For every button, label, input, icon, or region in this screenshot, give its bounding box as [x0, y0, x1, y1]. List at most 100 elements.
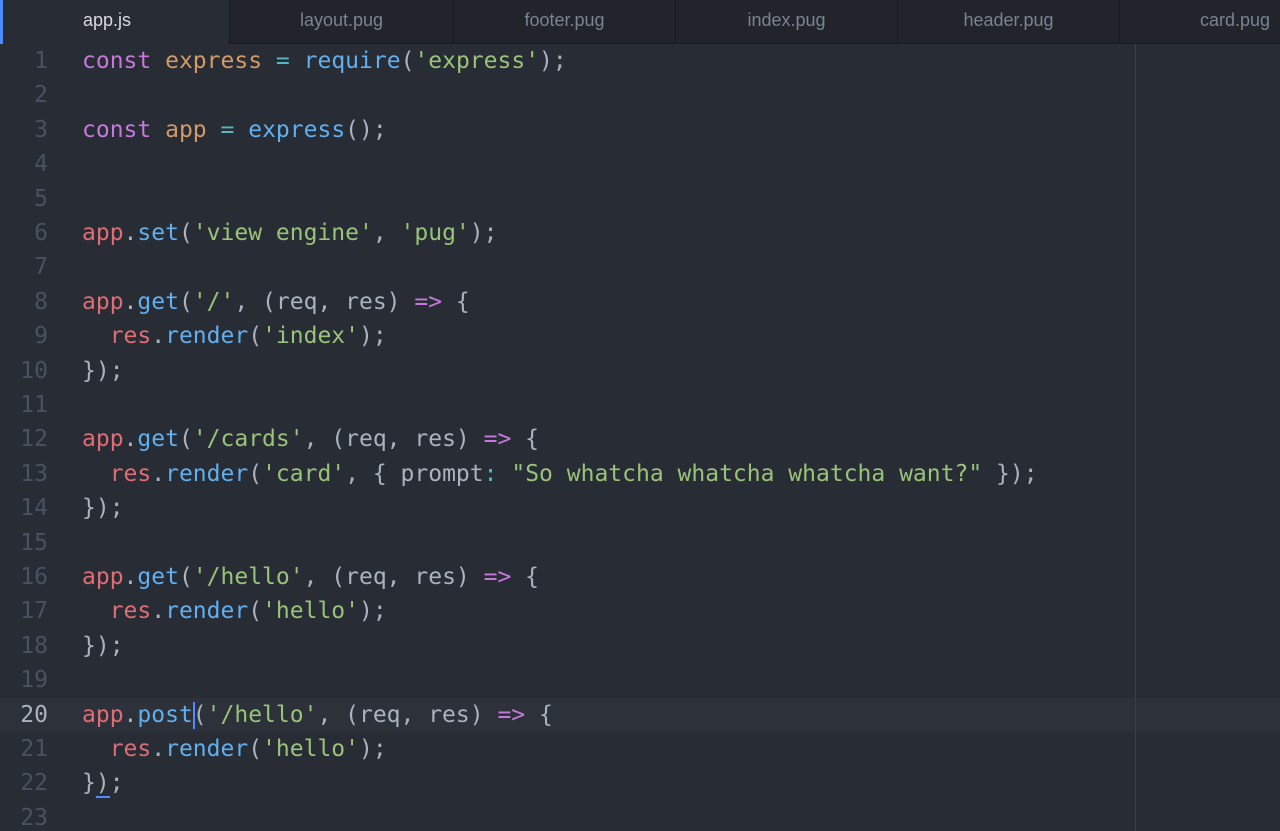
code-line[interactable]: 1 const express = require('express'); [0, 44, 1280, 78]
code-token: get [137, 564, 179, 590]
code-token: => [483, 426, 512, 453]
code-token: ); [359, 323, 387, 350]
code-token: 'hello' [262, 598, 359, 625]
code-token: ( [178, 220, 193, 246]
code-token: 'pug' [400, 220, 470, 246]
code-token: app [82, 288, 124, 315]
code-token: ); [359, 736, 387, 762]
code-editor[interactable]: app.js layout.pug footer.pug index.pug h… [0, 0, 1280, 831]
code-line[interactable]: 8 app.get('/', (req, res) => { [0, 285, 1280, 319]
code-token: . [151, 460, 166, 487]
line-number: 17 [20, 598, 48, 625]
code-line[interactable]: 23 [0, 801, 1280, 831]
line-number: 3 [34, 116, 48, 143]
code-line[interactable]: 22}); [0, 766, 1280, 800]
code-token: express [165, 48, 263, 74]
line-text: app.post('/hello', (req, res) => { [82, 698, 553, 732]
code-token: = [275, 48, 290, 74]
code-token: 'view engine' [192, 220, 373, 246]
code-line[interactable]: 14}); [0, 491, 1280, 525]
code-line[interactable]: 10}); [0, 354, 1280, 388]
code-line[interactable]: 3 const app = express(); [0, 113, 1280, 147]
code-line[interactable]: 5 [0, 182, 1280, 216]
code-line[interactable]: 15 [0, 526, 1280, 560]
code-token: ; [109, 770, 124, 797]
code-token: . [123, 426, 138, 453]
line-text: res.render('card', { prompt: "So whatcha… [82, 457, 1038, 491]
code-line[interactable]: 6 app.set('view engine', 'pug'); [0, 216, 1280, 250]
code-token: const [82, 48, 152, 74]
line-number: 12 [20, 426, 48, 453]
code-area[interactable]: 1 const express = require('express'); 2 3 co… [0, 44, 1280, 831]
code-token: get [137, 426, 179, 453]
code-token: }); [82, 495, 124, 522]
code-line[interactable]: 21 res.render('hello'); [0, 732, 1280, 766]
code-token: = [220, 116, 235, 143]
code-line[interactable]: 20 app.post('/hello', (req, res) => { [0, 697, 1280, 732]
code-line[interactable]: 17 res.render('hello'); [0, 594, 1280, 628]
code-token: 'hello' [262, 736, 359, 762]
code-token: . [151, 323, 166, 350]
tab-card-pug[interactable]: card.pug [1120, 0, 1280, 43]
code-token: }); [82, 632, 124, 659]
code-token: render [165, 460, 249, 487]
code-token: '/hello' [192, 564, 304, 590]
code-token: ( [248, 736, 263, 762]
tab-app-js[interactable]: app.js [0, 0, 230, 44]
line-number: 20 [20, 701, 48, 728]
code-token: 'express' [414, 48, 540, 74]
code-line[interactable]: 2 [0, 78, 1280, 112]
line-number: 13 [20, 460, 48, 487]
line-number: 21 [20, 736, 48, 762]
line-text: res.render('hello'); [82, 732, 387, 766]
code-line[interactable]: 19 [0, 663, 1280, 697]
line-number: 10 [20, 357, 48, 384]
line-text: }); [82, 491, 124, 525]
code-token: { [511, 564, 540, 590]
code-token: , (req, res) [303, 564, 484, 590]
code-token: , (req, res) [234, 288, 415, 315]
line-number: 19 [20, 667, 48, 694]
code-token: => [414, 288, 443, 315]
tab-footer-pug[interactable]: footer.pug [454, 0, 676, 43]
line-text: }); [82, 629, 124, 663]
code-token: ( [178, 288, 193, 315]
tab-layout-pug[interactable]: layout.pug [230, 0, 454, 43]
code-line[interactable]: 13 res.render('card', { prompt: "So what… [0, 457, 1280, 491]
tab-header-pug[interactable]: header.pug [898, 0, 1120, 43]
code-token: (); [345, 116, 387, 143]
code-token: ( [192, 701, 207, 728]
line-number: 7 [34, 254, 48, 281]
code-token: app [82, 701, 124, 728]
code-line[interactable]: 9 res.render('index'); [0, 319, 1280, 353]
code-line[interactable]: 11 [0, 388, 1280, 422]
code-line[interactable]: 4 [0, 147, 1280, 181]
code-line[interactable]: 18}); [0, 629, 1280, 663]
code-token: . [123, 701, 138, 728]
code-token: res [109, 323, 152, 350]
code-token: => [483, 564, 512, 590]
code-token: . [151, 598, 166, 625]
code-token: app [82, 220, 124, 246]
code-token: }); [82, 357, 124, 384]
code-token: post [137, 701, 193, 728]
code-token: res [109, 736, 152, 762]
code-token: "So whatcha whatcha whatcha want?" [511, 460, 983, 487]
code-token: ( [248, 598, 263, 625]
tab-bar: app.js layout.pug footer.pug index.pug h… [0, 0, 1280, 44]
code-line[interactable]: 16 app.get('/hello', (req, res) => { [0, 560, 1280, 594]
tab-index-pug[interactable]: index.pug [676, 0, 898, 43]
code-token: ( [178, 564, 193, 590]
line-number: 2 [34, 82, 48, 109]
code-line[interactable]: 7 [0, 250, 1280, 284]
code-token: , (req, res) [303, 426, 484, 453]
line-text: }); [82, 766, 124, 800]
line-text: const express = require('express'); [82, 44, 567, 78]
code-line[interactable]: 12 app.get('/cards', (req, res) => { [0, 422, 1280, 456]
